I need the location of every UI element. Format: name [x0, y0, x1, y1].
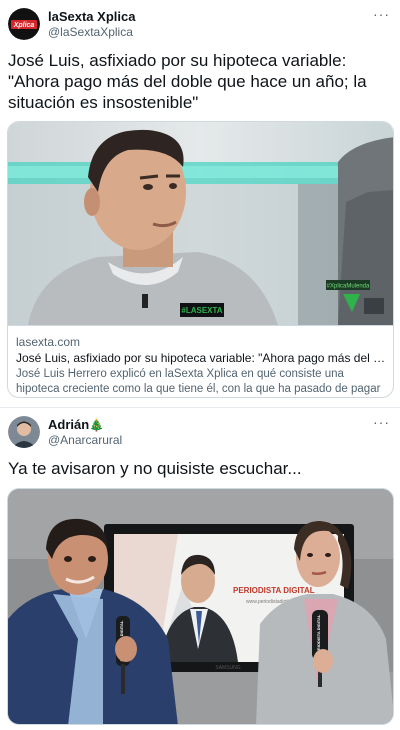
- tweet-adrian[interactable]: Adrián🎄 @Anarcarural ··· Ya te avisaron …: [0, 408, 400, 730]
- tweet-media-image[interactable]: PERIODISTA DIGITAL www.periodistadigital…: [7, 488, 394, 725]
- author-handle[interactable]: @Anarcarural: [48, 433, 122, 447]
- mic-label-right: PERIODISTA DIGITAL: [316, 614, 321, 655]
- screen-logo-text: PERIODISTA DIGITAL: [233, 586, 315, 595]
- tv-badge: #LASEXTA: [181, 306, 222, 315]
- more-options-icon[interactable]: ···: [373, 414, 390, 430]
- card-domain[interactable]: lasexta.com: [16, 335, 80, 349]
- lasexta-xplica-logo-icon[interactable]: Xplica: [8, 8, 40, 40]
- author-name-text: Adrián: [48, 417, 90, 432]
- more-options-icon[interactable]: ···: [373, 6, 390, 22]
- card-meta: lasexta.com José Luis, asfixiado por su …: [8, 325, 393, 397]
- link-card[interactable]: #LASEXTA #XplicaMulenda lasexta.com José…: [7, 121, 394, 398]
- author-handle[interactable]: @laSextaXplica: [48, 25, 133, 39]
- tv-brand: SAMSUNG: [215, 665, 240, 671]
- tweet-lasexta[interactable]: Xplica laSexta Xplica @laSextaXplica ···…: [0, 0, 400, 408]
- avatar-logo-text: Xplica: [13, 22, 35, 29]
- author-name[interactable]: laSexta Xplica: [48, 9, 135, 24]
- card-title[interactable]: José Luis, asfixiado por su hipoteca var…: [16, 351, 388, 365]
- tweet-text: Ya te avisaron y no quisiste escuchar...: [8, 459, 302, 478]
- christmas-tree-icon: 🎄: [89, 418, 105, 432]
- author-name[interactable]: Adrián🎄: [48, 417, 104, 432]
- card-image: #LASEXTA #XplicaMulenda: [8, 122, 393, 325]
- user-avatar-icon[interactable]: [8, 416, 40, 448]
- tweet-text: José Luis, asfixiado por su hipoteca var…: [8, 51, 367, 112]
- tv-hashtag: #XplicaMulenda: [327, 284, 370, 290]
- card-description: José Luis Herrero explicó en laSexta Xpl…: [16, 368, 381, 395]
